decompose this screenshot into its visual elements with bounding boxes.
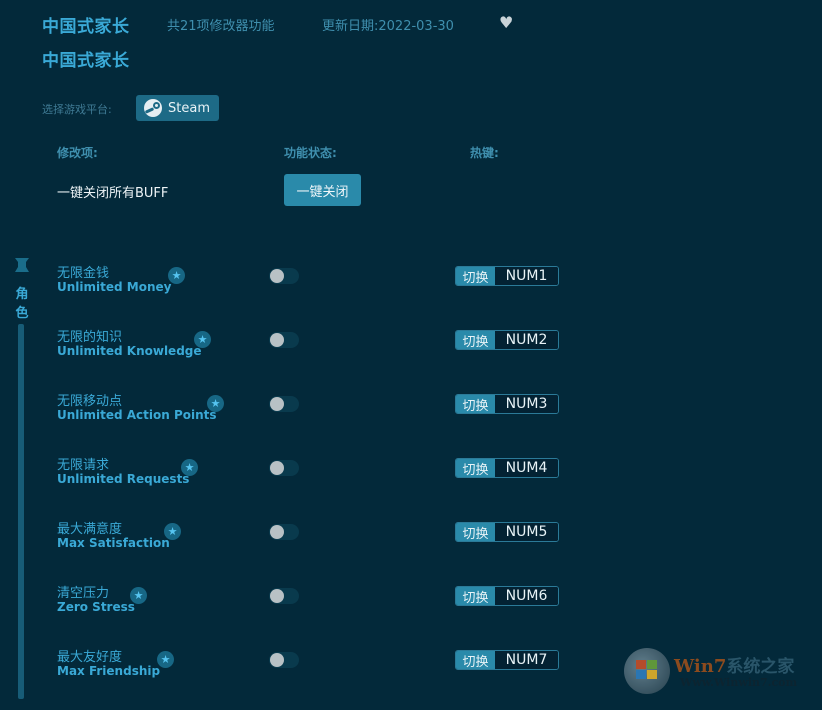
steam-icon <box>144 99 162 117</box>
hotkey-key: NUM4 <box>495 459 558 477</box>
column-header-item: 修改项: <box>57 146 98 160</box>
hotkey-key: NUM3 <box>495 395 558 413</box>
hotkey-control[interactable]: 切换 NUM5 <box>455 522 559 542</box>
hotkey-key: NUM1 <box>495 267 558 285</box>
cheat-name-cn: 清空压力 <box>57 586 110 601</box>
star-icon[interactable]: ★ <box>181 459 198 476</box>
cheat-name-en: Unlimited Requests <box>57 472 190 486</box>
hotkey-switch-label: 切换 <box>456 523 495 541</box>
star-icon[interactable]: ★ <box>194 331 211 348</box>
all-off-label: 一键关闭所有BUFF <box>57 186 169 201</box>
steam-platform-button[interactable]: Steam <box>136 95 219 121</box>
star-icon[interactable]: ★ <box>157 651 174 668</box>
watermark-brand: Win7 <box>674 656 727 677</box>
hotkey-switch-label: 切换 <box>456 651 495 669</box>
feature-toggle[interactable] <box>269 460 299 476</box>
cheat-name-cn: 无限移动点 <box>57 394 123 409</box>
cheat-row: 无限请求 Unlimited Requests ★ 切换 NUM4 <box>0 454 822 518</box>
cheat-name-cn: 最大友好度 <box>57 650 123 665</box>
watermark-brand-cn: 系统之家 <box>726 657 795 677</box>
feature-toggle[interactable] <box>269 268 299 284</box>
cheat-row: 无限金钱 Unlimited Money ★ 切换 NUM1 <box>0 262 822 326</box>
feature-toggle[interactable] <box>269 396 299 412</box>
hotkey-switch-label: 切换 <box>456 395 495 413</box>
star-icon[interactable]: ★ <box>207 395 224 412</box>
all-off-button[interactable]: 一键关闭 <box>284 174 361 206</box>
windows-logo-icon <box>624 648 670 694</box>
feature-toggle[interactable] <box>269 652 299 668</box>
toggle-knob <box>270 589 284 603</box>
watermark-title: Win7系统之家 <box>674 652 794 677</box>
feature-count: 共21项修改器功能 <box>167 19 275 34</box>
hotkey-control[interactable]: 切换 NUM6 <box>455 586 559 606</box>
toggle-knob <box>270 333 284 347</box>
cheat-name-en: Unlimited Action Points <box>57 408 217 422</box>
star-icon[interactable]: ★ <box>164 523 181 540</box>
toggle-knob <box>270 461 284 475</box>
star-icon[interactable]: ★ <box>168 267 185 284</box>
cheat-name-cn: 无限的知识 <box>57 330 123 345</box>
hotkey-key: NUM5 <box>495 523 558 541</box>
star-icon[interactable]: ★ <box>130 587 147 604</box>
hotkey-control[interactable]: 切换 NUM2 <box>455 330 559 350</box>
cheat-row: 清空压力 Zero Stress ★ 切换 NUM6 <box>0 582 822 646</box>
hotkey-control[interactable]: 切换 NUM3 <box>455 394 559 414</box>
hotkey-switch-label: 切换 <box>456 587 495 605</box>
cheat-row: 无限移动点 Unlimited Action Points ★ 切换 NUM3 <box>0 390 822 454</box>
steam-label: Steam <box>168 100 210 116</box>
cheat-name-en: Max Friendship <box>57 664 161 678</box>
hotkey-key: NUM6 <box>495 587 558 605</box>
hotkey-control[interactable]: 切换 NUM7 <box>455 650 559 670</box>
site-watermark: Win7系统之家 Www.Winwin7.com <box>624 646 819 696</box>
hotkey-switch-label: 切换 <box>456 267 495 285</box>
game-subtitle: 中国式家长 <box>42 51 130 71</box>
platform-label: 选择游戏平台: <box>42 103 112 116</box>
feature-toggle[interactable] <box>269 332 299 348</box>
hotkey-switch-label: 切换 <box>456 459 495 477</box>
heart-icon[interactable]: ♥ <box>499 13 513 32</box>
hotkey-control[interactable]: 切换 NUM4 <box>455 458 559 478</box>
game-title: 中国式家长 <box>42 17 130 37</box>
cheat-row: 无限的知识 Unlimited Knowledge ★ 切换 NUM2 <box>0 326 822 390</box>
feature-toggle[interactable] <box>269 524 299 540</box>
toggle-knob <box>270 525 284 539</box>
cheat-row: 最大满意度 Max Satisfaction ★ 切换 NUM5 <box>0 518 822 582</box>
cheat-name-en: Unlimited Money <box>57 280 172 294</box>
watermark-url: Www.Winwin7.com <box>680 676 798 689</box>
toggle-knob <box>270 269 284 283</box>
cheat-name-cn: 无限金钱 <box>57 266 110 281</box>
cheat-name-en: Unlimited Knowledge <box>57 344 202 358</box>
toggle-knob <box>270 397 284 411</box>
toggle-knob <box>270 653 284 667</box>
column-header-status: 功能状态: <box>284 146 337 160</box>
column-header-hotkey: 热键: <box>470 146 499 160</box>
hotkey-key: NUM2 <box>495 331 558 349</box>
cheat-name-en: Zero Stress <box>57 600 135 614</box>
update-date: 更新日期:2022-03-30 <box>322 19 454 34</box>
feature-toggle[interactable] <box>269 588 299 604</box>
cheat-name-cn: 无限请求 <box>57 458 110 473</box>
hotkey-key: NUM7 <box>495 651 558 669</box>
hotkey-control[interactable]: 切换 NUM1 <box>455 266 559 286</box>
cheat-name-cn: 最大满意度 <box>57 522 123 537</box>
hotkey-switch-label: 切换 <box>456 331 495 349</box>
cheat-name-en: Max Satisfaction <box>57 536 170 550</box>
